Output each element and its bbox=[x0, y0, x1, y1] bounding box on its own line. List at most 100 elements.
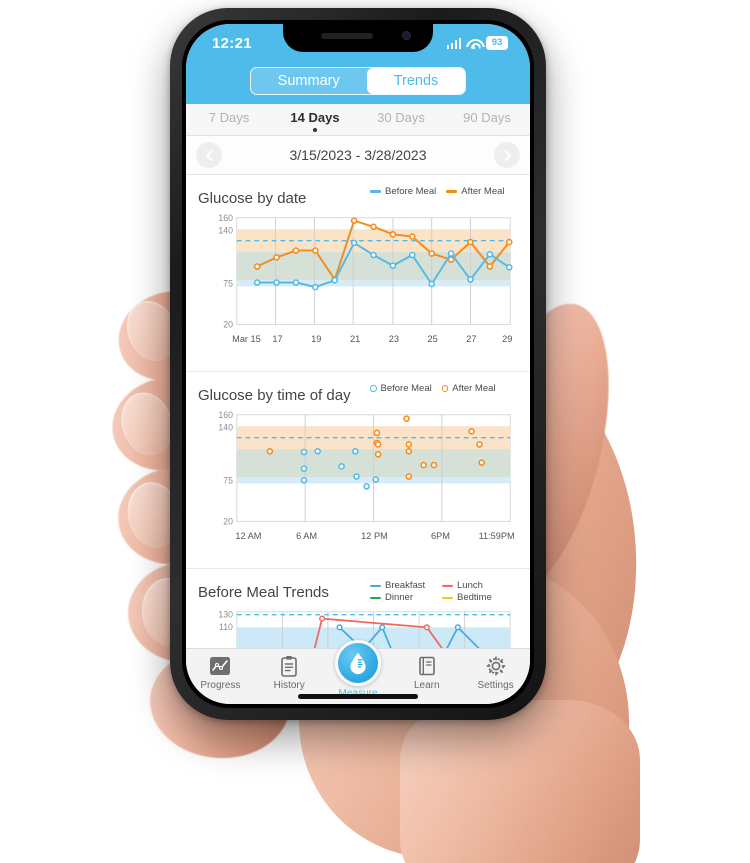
legend-item-lunch: Lunch bbox=[442, 580, 504, 591]
cellular-signal-icon bbox=[446, 37, 461, 49]
wifi-icon bbox=[466, 38, 481, 49]
tab-history[interactable]: History bbox=[255, 654, 324, 691]
range-option-7-days[interactable]: 7 Days bbox=[186, 110, 272, 132]
svg-text:19: 19 bbox=[311, 334, 321, 344]
gear-icon bbox=[485, 656, 506, 676]
next-period-button[interactable] bbox=[494, 142, 520, 168]
legend-label: After Meal bbox=[452, 383, 496, 395]
legend-swatch-line-icon bbox=[370, 190, 381, 193]
legend-before-meal-trends: Breakfast Lunch Dinner Bedtime bbox=[370, 578, 518, 603]
range-selector: 7 Days 14 Days 30 Days 90 Days bbox=[186, 104, 530, 136]
status-bar: 12:21 93 bbox=[186, 24, 530, 62]
card-header: Before Meal Trends Breakfast Lunch Dinne… bbox=[198, 578, 518, 603]
range-option-14-days[interactable]: 14 Days bbox=[272, 110, 358, 132]
svg-text:29: 29 bbox=[502, 334, 512, 344]
measure-button[interactable] bbox=[334, 640, 381, 686]
tab-measure[interactable]: Measure bbox=[324, 640, 393, 699]
svg-text:11:59PM: 11:59PM bbox=[479, 531, 515, 541]
tab-summary[interactable]: Summary bbox=[251, 68, 367, 94]
charts-scroll-area[interactable]: Glucose by date Before Meal After Meal 1… bbox=[186, 175, 530, 648]
chart-title-before-meal-trends: Before Meal Trends bbox=[198, 584, 329, 602]
date-navigation: 3/15/2023 - 3/28/2023 bbox=[186, 136, 530, 175]
card-header: Glucose by time of day Before Meal After… bbox=[198, 381, 518, 404]
tab-label: Progress bbox=[200, 680, 241, 691]
svg-text:6 AM: 6 AM bbox=[296, 531, 317, 541]
legend-label: After Meal bbox=[461, 186, 505, 197]
svg-text:27: 27 bbox=[466, 334, 476, 344]
legend-label: Lunch bbox=[457, 580, 483, 592]
card-header: Glucose by date Before Meal After Meal bbox=[198, 184, 518, 207]
card-glucose-by-time-of-day: Glucose by time of day Before Meal After… bbox=[186, 372, 530, 570]
svg-text:12 PM: 12 PM bbox=[361, 531, 388, 541]
phone-bezel: 12:21 93 Summary Trends 7 Days 14 Days 3… bbox=[182, 20, 534, 708]
svg-text:21: 21 bbox=[350, 334, 360, 344]
progress-chart-icon bbox=[210, 657, 231, 675]
chart-glucose-by-date[interactable]: 160 140 75 20 Mar 15 17 19 21 23 25 27 2… bbox=[198, 210, 518, 365]
svg-text:12 AM: 12 AM bbox=[235, 531, 261, 541]
svg-text:23: 23 bbox=[389, 334, 399, 344]
legend-item-after-meal: After Meal bbox=[446, 186, 505, 197]
legend-item-breakfast: Breakfast bbox=[370, 580, 432, 591]
svg-text:140: 140 bbox=[218, 422, 233, 432]
tab-label: Learn bbox=[414, 680, 440, 691]
svg-text:17: 17 bbox=[272, 334, 282, 344]
legend-glucose-by-date: Before Meal After Meal bbox=[370, 184, 518, 197]
speaker-icon bbox=[321, 33, 373, 39]
front-camera-icon bbox=[402, 31, 411, 40]
notch bbox=[283, 24, 433, 52]
segmented-control: Summary Trends bbox=[249, 67, 467, 95]
tab-progress[interactable]: Progress bbox=[186, 654, 255, 691]
chart-title-glucose-by-date: Glucose by date bbox=[198, 190, 307, 207]
chevron-right-icon bbox=[503, 149, 511, 161]
tab-label: Settings bbox=[477, 680, 514, 691]
svg-text:140: 140 bbox=[218, 225, 233, 235]
legend-glucose-by-time-of-day: Before Meal After Meal bbox=[370, 381, 518, 394]
svg-text:160: 160 bbox=[218, 410, 233, 420]
svg-text:110: 110 bbox=[219, 623, 233, 633]
range-option-30-days[interactable]: 30 Days bbox=[358, 110, 444, 132]
legend-label: Dinner bbox=[385, 592, 413, 604]
svg-text:Mar 15: Mar 15 bbox=[232, 334, 261, 344]
tab-trends[interactable]: Trends bbox=[366, 68, 466, 94]
phone-device: 12:21 93 Summary Trends 7 Days 14 Days 3… bbox=[170, 8, 546, 720]
status-indicators: 93 bbox=[446, 36, 508, 50]
legend-swatch-ring-icon bbox=[370, 385, 377, 392]
legend-item-after-meal: After Meal bbox=[441, 383, 496, 395]
segmented-control-wrap: Summary Trends bbox=[186, 62, 530, 104]
tab-learn[interactable]: Learn bbox=[392, 654, 461, 691]
bottom-tab-bar: Progress History Learn Settings bbox=[186, 640, 530, 704]
book-icon bbox=[418, 656, 435, 676]
svg-text:130: 130 bbox=[218, 610, 233, 620]
card-before-meal-trends: Before Meal Trends Breakfast Lunch Dinne… bbox=[186, 569, 530, 648]
svg-text:20: 20 bbox=[223, 516, 233, 526]
legend-swatch-line-icon bbox=[442, 584, 453, 588]
home-indicator bbox=[298, 694, 418, 699]
legend-label: Breakfast bbox=[385, 580, 426, 592]
svg-text:160: 160 bbox=[218, 213, 233, 223]
status-time: 12:21 bbox=[212, 34, 252, 52]
svg-text:75: 75 bbox=[223, 476, 233, 486]
legend-label: Before Meal bbox=[385, 186, 437, 197]
tab-settings[interactable]: Settings bbox=[461, 654, 530, 691]
chevron-left-icon bbox=[205, 149, 213, 161]
range-option-90-days[interactable]: 90 Days bbox=[444, 110, 530, 132]
svg-text:6PM: 6PM bbox=[431, 531, 450, 541]
legend-swatch-ring-icon bbox=[441, 385, 449, 392]
prev-period-button[interactable] bbox=[196, 142, 222, 168]
legend-swatch-line-icon bbox=[446, 190, 458, 193]
svg-text:75: 75 bbox=[223, 279, 233, 289]
phone-screen: 12:21 93 Summary Trends 7 Days 14 Days 3… bbox=[186, 24, 530, 704]
legend-item-dinner: Dinner bbox=[370, 592, 432, 603]
tab-label: History bbox=[273, 680, 305, 691]
clipboard-icon bbox=[281, 656, 297, 677]
legend-item-bedtime: Bedtime bbox=[442, 592, 504, 603]
date-range-label: 3/15/2023 - 3/28/2023 bbox=[289, 147, 427, 163]
battery-icon: 93 bbox=[486, 36, 508, 50]
legend-label: Before Meal bbox=[380, 383, 432, 395]
legend-swatch-line-icon bbox=[370, 596, 381, 600]
svg-text:25: 25 bbox=[428, 334, 438, 344]
chart-glucose-by-time-of-day[interactable]: 160 140 75 20 12 AM 6 AM 12 PM 6PM 11:59… bbox=[198, 407, 518, 562]
legend-item-before-meal: Before Meal bbox=[370, 383, 432, 394]
droplet-icon bbox=[350, 652, 366, 675]
legend-swatch-line-icon bbox=[370, 584, 381, 588]
